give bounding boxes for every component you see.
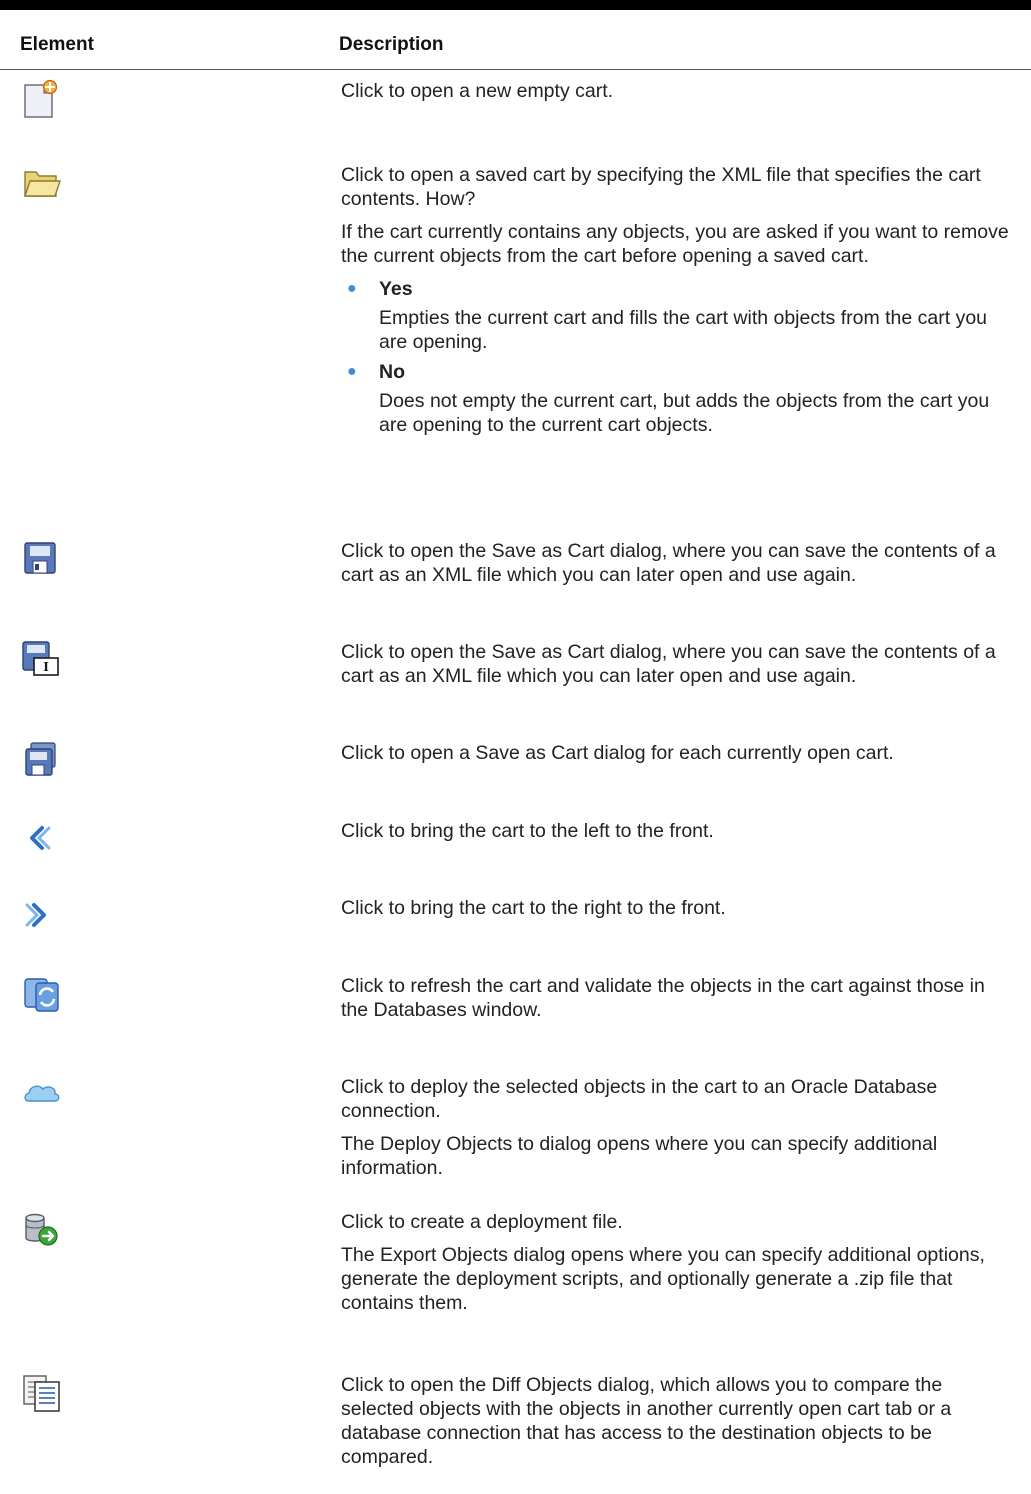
bullet-icon: ● xyxy=(347,280,357,297)
row-description: Click to bring the cart to the left to t… xyxy=(341,819,1013,852)
description-text: Click to open a new empty cart. xyxy=(341,80,614,102)
chevron-left-icon[interactable] xyxy=(22,819,62,859)
description-text: Click to bring the cart to the right to … xyxy=(341,897,726,919)
chevron-right-icon[interactable] xyxy=(22,896,62,936)
description-text: Click to deploy the selected objects in … xyxy=(341,1076,938,1122)
column-header-element: Element xyxy=(20,34,94,55)
row-description: Click to open the Diff Objects dialog, w… xyxy=(341,1373,1013,1478)
description-text: Click to open a saved cart by specifying… xyxy=(341,164,981,210)
option-term: No xyxy=(379,361,405,383)
option-term: Yes xyxy=(379,278,413,300)
row-description: Click to open a Save as Cart dialog for … xyxy=(341,741,1013,774)
row-description: Click to open a saved cart by specifying… xyxy=(341,163,1013,443)
row-description: Click to open the Save as Cart dialog, w… xyxy=(341,640,1013,697)
database-export-icon[interactable] xyxy=(22,1210,62,1250)
save-icon[interactable] xyxy=(22,539,62,579)
row-description: Click to deploy the selected objects in … xyxy=(341,1075,1013,1189)
refresh-icon[interactable] xyxy=(22,974,62,1014)
row-description: Click to open a new empty cart. xyxy=(341,79,1013,112)
cloud-deploy-icon[interactable] xyxy=(22,1075,62,1115)
row-description: Click to bring the cart to the right to … xyxy=(341,896,1013,929)
description-text: Click to open a Save as Cart dialog for … xyxy=(341,742,894,764)
description-text: Click to refresh the cart and validate t… xyxy=(341,975,985,1021)
svg-text:I: I xyxy=(43,660,49,674)
list-item: ● No Does not empty the current cart, bu… xyxy=(341,360,1013,437)
header-divider xyxy=(0,69,1031,70)
option-text: Empties the current cart and fills the c… xyxy=(379,307,988,353)
row-description: Click to create a deployment file. The E… xyxy=(341,1210,1013,1324)
row-description: Click to open the Save as Cart dialog, w… xyxy=(341,539,1013,596)
new-cart-icon[interactable] xyxy=(22,79,62,119)
row-description: Click to refresh the cart and validate t… xyxy=(341,974,1013,1031)
open-folder-icon[interactable] xyxy=(22,163,62,203)
bullet-icon: ● xyxy=(347,363,357,380)
option-list: ● Yes Empties the current cart and fills… xyxy=(341,277,1013,437)
list-item: ● Yes Empties the current cart and fills… xyxy=(341,277,1013,354)
description-text: If the cart currently contains any objec… xyxy=(341,221,1009,267)
description-text: Click to open the Save as Cart dialog, w… xyxy=(341,540,996,586)
save-as-icon[interactable]: I xyxy=(22,640,62,680)
save-all-icon[interactable] xyxy=(22,741,62,781)
description-text: The Export Objects dialog opens where yo… xyxy=(341,1244,985,1314)
description-text: Click to open the Diff Objects dialog, w… xyxy=(341,1374,952,1468)
description-text: Click to create a deployment file. xyxy=(341,1211,623,1233)
description-text: Click to open the Save as Cart dialog, w… xyxy=(341,641,996,687)
description-text: Click to bring the cart to the left to t… xyxy=(341,820,714,842)
description-text: The Deploy Objects to dialog opens where… xyxy=(341,1133,938,1179)
option-text: Does not empty the current cart, but add… xyxy=(379,390,990,436)
diff-objects-icon[interactable] xyxy=(22,1373,62,1413)
column-header-description: Description xyxy=(339,34,444,55)
top-border xyxy=(0,0,1031,10)
